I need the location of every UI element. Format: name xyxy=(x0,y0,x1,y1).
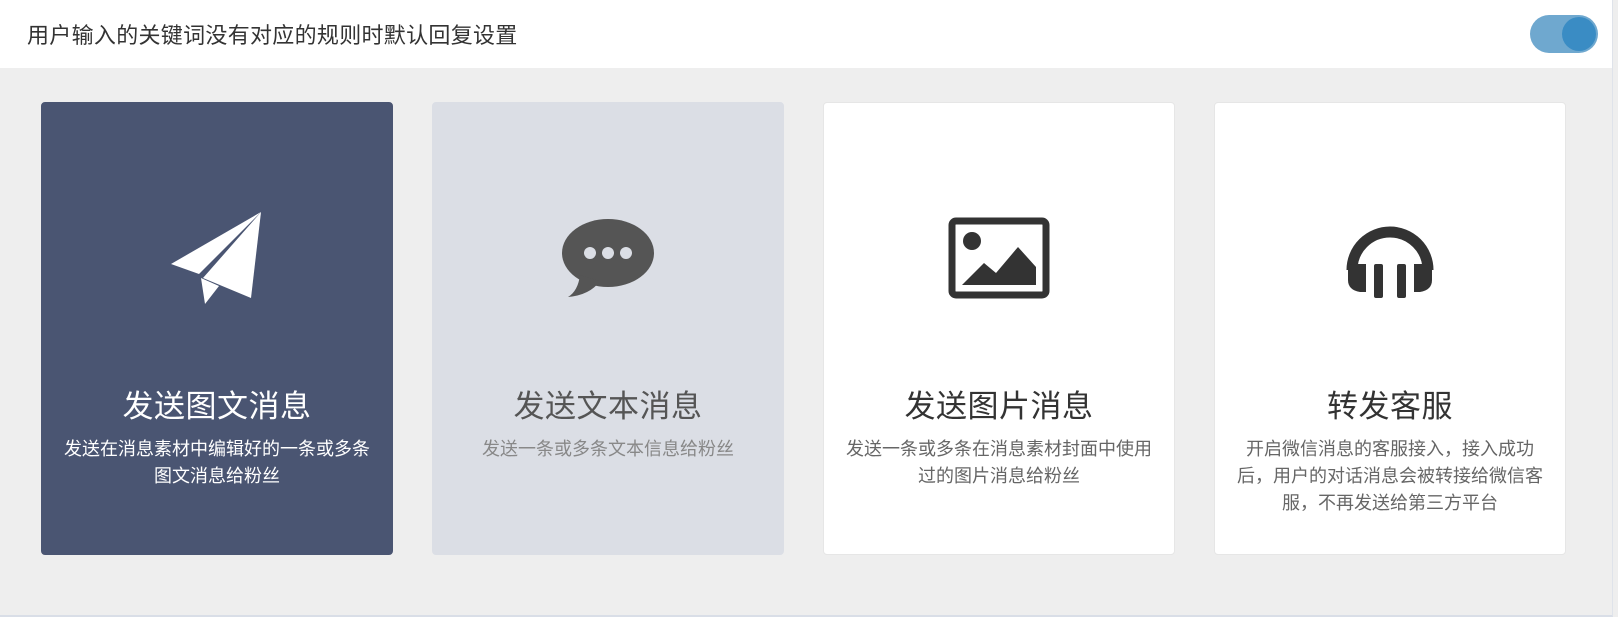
speech-bubble-icon xyxy=(553,203,663,313)
panel-title: 用户输入的关键词没有对应的规则时默认回复设置 xyxy=(27,24,518,49)
reply-type-options: 发送图文消息 发送在消息素材中编辑好的一条或多条图文消息给粉丝 发送文本消息 发… xyxy=(41,102,1566,555)
auto-reply-panel: 用户输入的关键词没有对应的规则时默认回复设置 发送图文消息 发送在消息素材中编辑… xyxy=(0,0,1613,617)
toggle-knob xyxy=(1562,17,1596,51)
card-description: 发送在消息素材中编辑好的一条或多条图文消息给粉丝 xyxy=(64,439,370,487)
auto-reply-toggle[interactable] xyxy=(1530,15,1598,53)
paper-plane-icon xyxy=(162,203,272,313)
image-icon xyxy=(944,203,1054,313)
card-description: 发送一条或多条在消息素材封面中使用过的图片消息给粉丝 xyxy=(846,439,1152,487)
send-text-message-card[interactable]: 发送文本消息 发送一条或多条文本信息给粉丝 xyxy=(432,102,784,555)
card-title: 发送图片消息 xyxy=(904,389,1094,425)
card-title: 发送图文消息 xyxy=(122,389,312,425)
card-title: 转发客服 xyxy=(1327,389,1453,425)
headphones-icon xyxy=(1335,203,1445,313)
panel-header: 用户输入的关键词没有对应的规则时默认回复设置 xyxy=(0,0,1612,68)
send-news-message-card[interactable]: 发送图文消息 发送在消息素材中编辑好的一条或多条图文消息给粉丝 xyxy=(41,102,393,555)
card-description: 开启微信消息的客服接入，接入成功后，用户的对话消息会被转接给微信客服，不再发送给… xyxy=(1237,439,1543,514)
send-image-message-card[interactable]: 发送图片消息 发送一条或多条在消息素材封面中使用过的图片消息给粉丝 xyxy=(823,102,1175,555)
card-title: 发送文本消息 xyxy=(513,389,703,425)
forward-customer-service-card[interactable]: 转发客服 开启微信消息的客服接入，接入成功后，用户的对话消息会被转接给微信客服，… xyxy=(1214,102,1566,555)
card-description: 发送一条或多条文本信息给粉丝 xyxy=(482,439,734,460)
